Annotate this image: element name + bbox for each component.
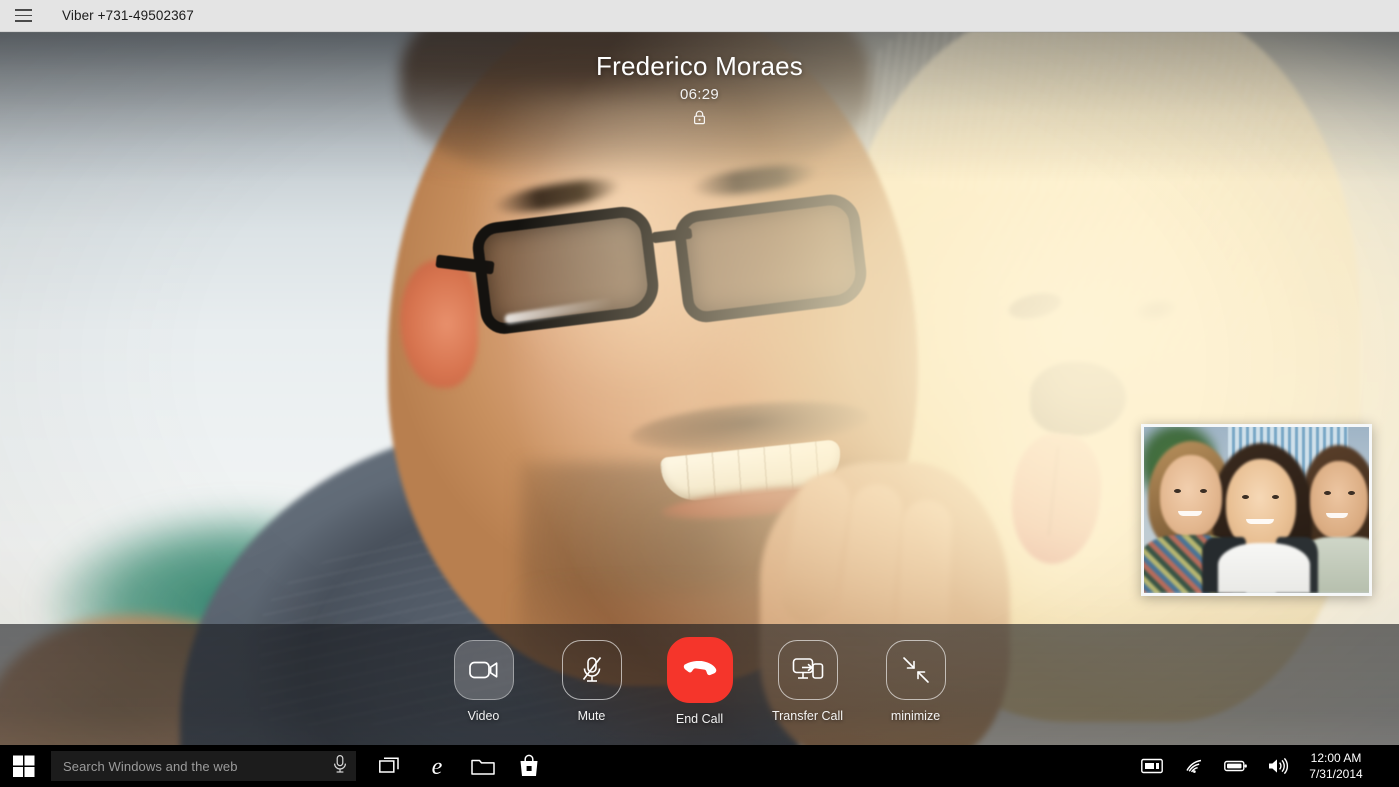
- transfer-call-button-label: Transfer Call: [771, 709, 844, 723]
- keyboard-icon[interactable]: [1131, 745, 1173, 787]
- call-control-bar: Video Mute End Call Transfer Call minimi…: [0, 624, 1399, 745]
- mute-button[interactable]: Mute: [559, 640, 625, 723]
- hang-up-icon: [666, 637, 733, 703]
- folder-icon[interactable]: [460, 745, 506, 787]
- svg-text:e: e: [432, 754, 443, 779]
- end-call-button[interactable]: End Call: [666, 637, 733, 726]
- windows-taskbar: Search Windows and the web e 12:00 AM 7/…: [0, 745, 1399, 787]
- self-view-pip[interactable]: [1141, 424, 1372, 596]
- taskbar-pinned-icons: e: [368, 745, 552, 787]
- show-desktop-button[interactable]: [1377, 745, 1399, 787]
- clock-date: 7/31/2014: [1309, 767, 1363, 781]
- system-tray: 12:00 AM 7/31/2014: [1131, 745, 1399, 787]
- pip-person-face: [1310, 461, 1368, 539]
- pip-eye: [1324, 491, 1331, 495]
- pip-smile: [1178, 511, 1202, 516]
- microphone-icon[interactable]: [332, 754, 348, 779]
- mute-button-label: Mute: [577, 709, 606, 723]
- task-view-icon[interactable]: [368, 745, 414, 787]
- pip-smile: [1246, 519, 1274, 524]
- clock-time: 12:00 AM: [1310, 750, 1362, 765]
- video-button[interactable]: Video: [451, 640, 517, 723]
- shopping-bag-icon[interactable]: [506, 745, 552, 787]
- microphone-muted-icon: [561, 640, 622, 700]
- viber-call-window: Viber +731-49502367 Frederico Moraes 06:…: [0, 0, 1399, 787]
- transfer-call-button[interactable]: Transfer Call: [771, 640, 844, 723]
- hamburger-menu-icon[interactable]: [0, 0, 46, 32]
- transfer-call-icon: [777, 640, 838, 700]
- speaker-icon[interactable]: [1257, 745, 1299, 787]
- pip-eye: [1242, 495, 1249, 499]
- pip-eye: [1348, 491, 1355, 495]
- pip-eye: [1272, 495, 1279, 499]
- battery-icon[interactable]: [1215, 745, 1257, 787]
- title-bar: Viber +731-49502367: [0, 0, 1399, 32]
- pip-eye: [1174, 489, 1181, 493]
- remote-video-stage[interactable]: Frederico Moraes 06:29 Video Mute End Ca…: [0, 32, 1399, 745]
- windows-logo-icon[interactable]: [0, 745, 48, 787]
- end-call-button-label: End Call: [675, 712, 724, 726]
- minimize-arrows-icon: [885, 640, 946, 700]
- internet-explorer-icon[interactable]: e: [414, 745, 460, 787]
- minimize-button-label: minimize: [890, 709, 941, 723]
- minimize-button[interactable]: minimize: [883, 640, 949, 723]
- video-camera-icon: [453, 640, 514, 700]
- window-title: Viber +731-49502367: [62, 8, 194, 23]
- search-input[interactable]: Search Windows and the web: [51, 751, 356, 781]
- pip-smile: [1326, 513, 1348, 518]
- wifi-icon[interactable]: [1173, 745, 1215, 787]
- search-placeholder: Search Windows and the web: [63, 758, 238, 774]
- pip-eye: [1200, 489, 1207, 493]
- pip-person-body: [1218, 543, 1310, 593]
- taskbar-clock[interactable]: 12:00 AM 7/31/2014: [1299, 750, 1377, 782]
- video-button-label: Video: [467, 709, 500, 723]
- pip-person-face: [1160, 455, 1222, 537]
